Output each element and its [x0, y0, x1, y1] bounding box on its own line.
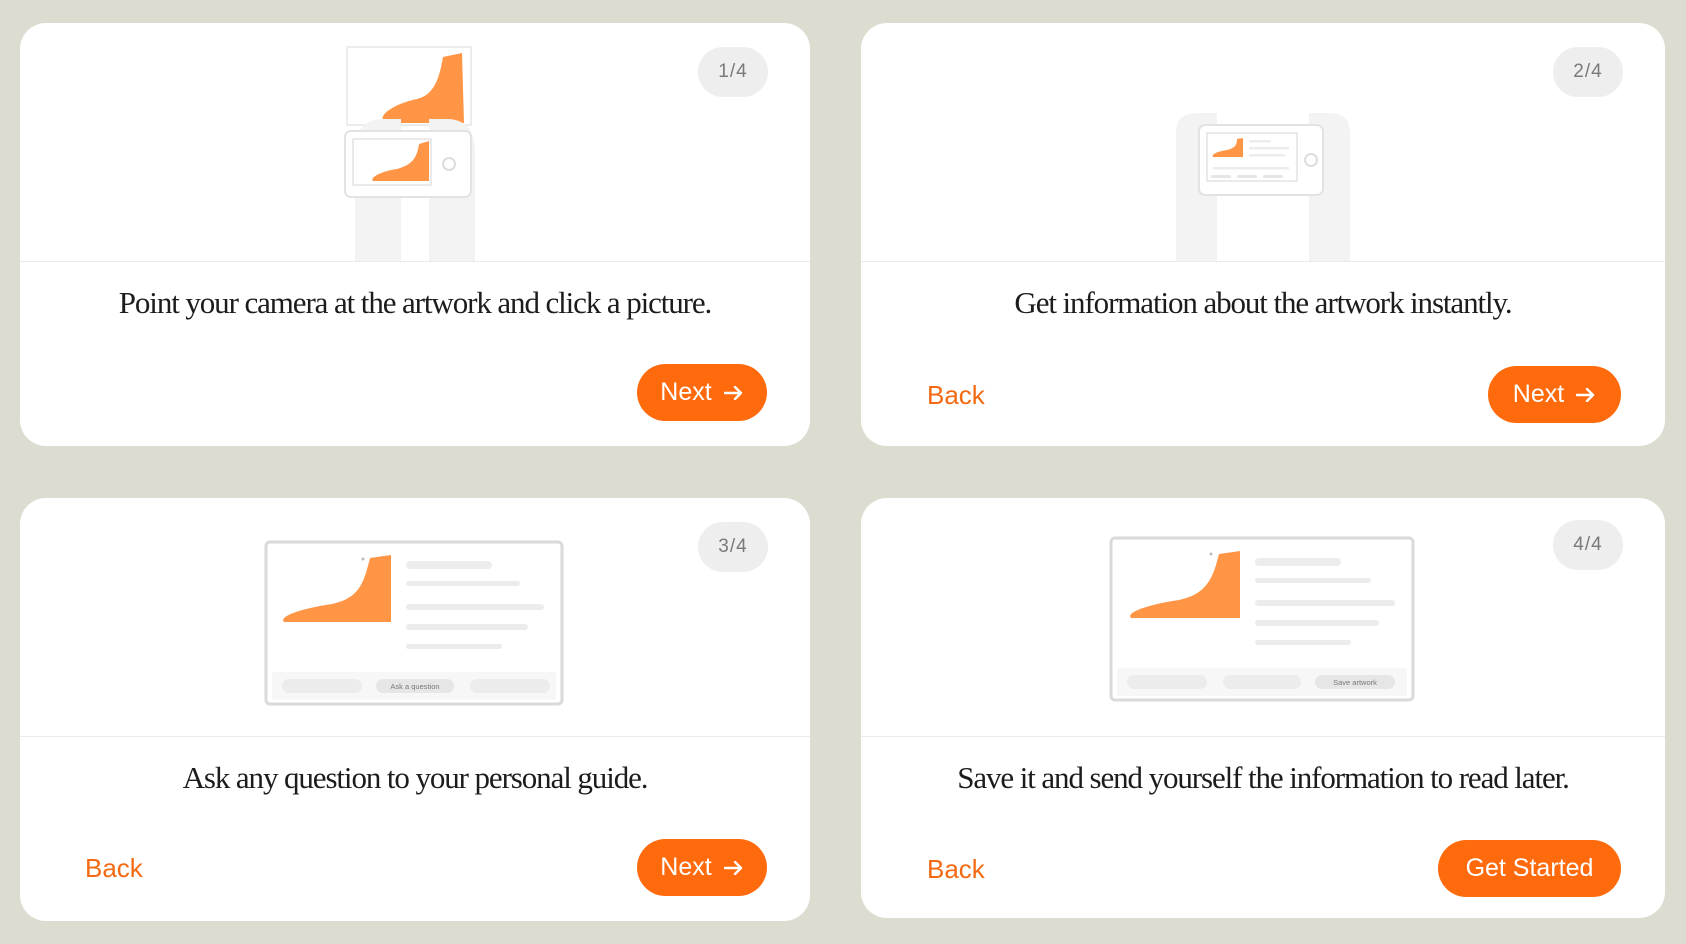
onboarding-card-4: Save artwork 4/4 Save it and send yourse… [861, 498, 1665, 918]
illustration-area: 2/4 [861, 23, 1665, 261]
back-link[interactable]: Back [85, 853, 143, 884]
illustration-area: 1/4 [20, 23, 810, 261]
next-button[interactable]: Next [1488, 366, 1621, 423]
onboarding-card-1: 1/4 Point your camera at the artwork and… [20, 23, 810, 446]
illustration-area: Ask a question 3/4 [20, 498, 810, 736]
arrow-right-icon [1576, 387, 1595, 402]
get-started-button-label: Get Started [1465, 854, 1594, 882]
divider [861, 736, 1665, 737]
back-link[interactable]: Back [927, 854, 985, 885]
divider [861, 261, 1665, 262]
back-link[interactable]: Back [927, 380, 985, 411]
onboarding-card-3: Ask a question 3/4 Ask any question to y… [20, 498, 810, 921]
illustration-area: Save artwork 4/4 [861, 498, 1665, 736]
divider [20, 261, 810, 262]
step-badge: 2/4 [1553, 47, 1623, 97]
illustration-button-label: Ask a question [390, 682, 439, 691]
step-caption: Save it and send yourself the informatio… [957, 760, 1570, 795]
next-button-label: Next [660, 378, 712, 406]
step-caption: Ask any question to your personal guide. [182, 760, 649, 795]
next-button[interactable]: Next [637, 839, 767, 896]
ask-question-illustration: Ask a question [264, 540, 564, 706]
onboarding-card-2: 2/4 Get information about the artwork in… [861, 23, 1665, 446]
arrow-right-icon [723, 385, 742, 400]
divider [20, 736, 810, 737]
step-caption: Get information about the artwork instan… [1014, 285, 1512, 320]
next-button-label: Next [1512, 380, 1565, 408]
step-badge: 3/4 [698, 522, 768, 572]
step-badge: 1/4 [698, 47, 768, 97]
arrow-right-icon [723, 860, 742, 875]
step-caption: Point your camera at the artwork and cli… [118, 285, 713, 320]
save-artwork-illustration: Save artwork [1109, 536, 1415, 702]
camera-capture-illustration [344, 46, 475, 261]
get-started-button[interactable]: Get Started [1438, 840, 1621, 897]
next-button-label: Next [660, 853, 712, 881]
next-button[interactable]: Next [637, 364, 767, 421]
artwork-info-illustration [1176, 113, 1350, 261]
illustration-button-label: Save artwork [1333, 678, 1377, 687]
step-badge: 4/4 [1553, 520, 1623, 570]
